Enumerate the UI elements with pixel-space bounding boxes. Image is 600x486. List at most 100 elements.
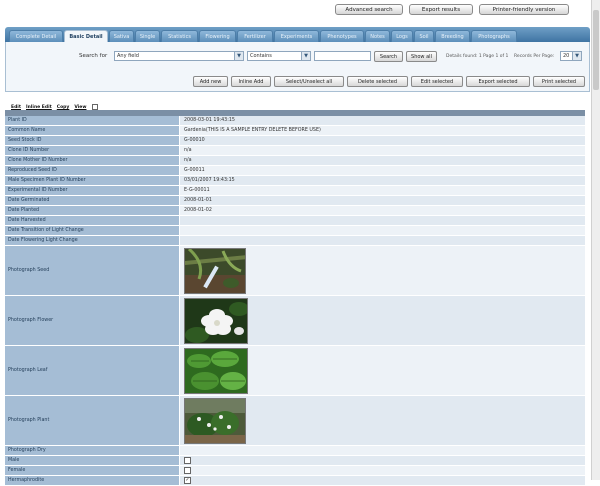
field-label: Male bbox=[5, 456, 179, 465]
inline-add-button[interactable]: Inline Add bbox=[231, 76, 271, 87]
copy-link[interactable]: Copy bbox=[57, 105, 70, 110]
chevron-down-icon[interactable]: ▼ bbox=[234, 52, 243, 60]
tab-complete-detail[interactable]: Complete Detail bbox=[9, 30, 63, 42]
tab-logs[interactable]: Logs bbox=[391, 30, 413, 42]
field-value bbox=[179, 466, 585, 475]
search-operator-select[interactable]: Contains ▼ bbox=[247, 51, 311, 61]
details-found-text: Details found: 1 Page 1 of 1 bbox=[446, 54, 509, 59]
table-row: Clone Mother ID Number n/a bbox=[5, 156, 585, 166]
field-value: G-00010 bbox=[179, 136, 585, 145]
chevron-down-icon[interactable]: ▼ bbox=[301, 52, 310, 60]
chevron-down-icon[interactable]: ▼ bbox=[572, 52, 581, 60]
field-value bbox=[179, 446, 585, 455]
field-label: Female bbox=[5, 466, 179, 475]
table-row: Reproduced Seed ID G-00011 bbox=[5, 166, 585, 176]
records-per-page-value: 20 bbox=[563, 53, 570, 59]
search-field-value: Any field bbox=[117, 53, 139, 59]
male-checkbox[interactable] bbox=[184, 457, 191, 464]
edit-link[interactable]: Edit bbox=[11, 105, 21, 110]
field-label: Date Flowering Light Change bbox=[5, 236, 179, 245]
tab-phenotypes[interactable]: Phenotypes bbox=[320, 30, 364, 42]
field-value bbox=[179, 346, 585, 395]
tab-experiments[interactable]: Experiments bbox=[274, 30, 319, 42]
print-selected-button[interactable]: Print selected bbox=[533, 76, 585, 87]
add-new-button[interactable]: Add new bbox=[193, 76, 228, 87]
tab-basic-detail[interactable]: Basic Detail bbox=[64, 30, 108, 42]
table-row: Photograph Flower bbox=[5, 296, 585, 346]
field-label: Photograph Dry bbox=[5, 446, 179, 455]
field-value bbox=[179, 396, 585, 445]
leaf-photo[interactable] bbox=[184, 347, 248, 394]
field-value bbox=[179, 246, 585, 295]
tab-flowering[interactable]: Flowering bbox=[199, 30, 236, 42]
search-operator-value: Contains bbox=[250, 53, 272, 59]
delete-selected-button[interactable]: Delete selected bbox=[347, 76, 408, 87]
tab-sativa[interactable]: Sativa bbox=[109, 30, 134, 42]
field-value bbox=[179, 456, 585, 465]
tab-photographs[interactable]: Photographs bbox=[471, 30, 517, 42]
plant-photo[interactable] bbox=[184, 397, 246, 444]
advanced-search-button[interactable]: Advanced search bbox=[335, 4, 403, 15]
export-results-button[interactable]: Export results bbox=[409, 4, 473, 15]
table-row: Date Flowering Light Change bbox=[5, 236, 585, 246]
tab-notes[interactable]: Notes bbox=[365, 30, 390, 42]
action-toolbar: Add new Inline Add Select/Unselect all D… bbox=[5, 70, 590, 92]
export-selected-button[interactable]: Export selected bbox=[466, 76, 530, 87]
table-row: Photograph Leaf bbox=[5, 346, 585, 396]
field-label: Seed Stock ID bbox=[5, 136, 179, 145]
field-label: Male Specimen Plant ID Number bbox=[5, 176, 179, 185]
field-value bbox=[179, 226, 585, 235]
field-label: Date Planted bbox=[5, 206, 179, 215]
field-value: 03/01/2007 19:43:15 bbox=[179, 176, 585, 185]
flower-photo[interactable] bbox=[184, 297, 248, 344]
field-value bbox=[179, 216, 585, 225]
field-label: Photograph Flower bbox=[5, 296, 179, 345]
table-row: Date Planted 2008-01-02 bbox=[5, 206, 585, 216]
field-value: ✓ bbox=[179, 476, 585, 485]
table-row: Experimental ID Number E-G-00011 bbox=[5, 186, 585, 196]
seed-photo[interactable] bbox=[184, 247, 246, 294]
field-value bbox=[179, 236, 585, 245]
tab-breeding[interactable]: Breeding bbox=[435, 30, 470, 42]
field-label: Experimental ID Number bbox=[5, 186, 179, 195]
printer-friendly-button[interactable]: Printer-friendly version bbox=[479, 4, 569, 15]
search-for-label: Search for bbox=[79, 53, 108, 59]
search-button[interactable]: Search bbox=[374, 51, 403, 62]
records-per-page-select[interactable]: 20 ▼ bbox=[560, 51, 582, 61]
tab-statistics[interactable]: Statistics bbox=[161, 30, 198, 42]
table-row: Male Specimen Plant ID Number 03/01/2007… bbox=[5, 176, 585, 186]
tab-fertilizer[interactable]: Fertilizer bbox=[237, 30, 273, 42]
records-per-page-label: Records Per Page: bbox=[514, 54, 555, 59]
inline-edit-link[interactable]: Inline Edit bbox=[26, 105, 52, 110]
table-row: Date Harvested bbox=[5, 216, 585, 226]
vertical-scrollbar[interactable] bbox=[591, 0, 600, 480]
table-row: Photograph Plant bbox=[5, 396, 585, 446]
table-row: Hermaphrodite ✓ bbox=[5, 476, 585, 486]
table-row: Date Germinated 2008-01-01 bbox=[5, 196, 585, 206]
field-value: 2008-03-01 19:43:15 bbox=[179, 116, 585, 125]
tab-single[interactable]: Single bbox=[135, 30, 160, 42]
search-input[interactable] bbox=[314, 51, 371, 61]
view-link[interactable]: View bbox=[74, 105, 86, 110]
scrollbar-thumb[interactable] bbox=[593, 10, 599, 90]
tab-soil[interactable]: Soil bbox=[414, 30, 434, 42]
table-row: Seed Stock ID G-00010 bbox=[5, 136, 585, 146]
field-label: Date Harvested bbox=[5, 216, 179, 225]
search-field-select[interactable]: Any field ▼ bbox=[114, 51, 244, 61]
field-value: G-00011 bbox=[179, 166, 585, 175]
hermaphrodite-checkbox[interactable]: ✓ bbox=[184, 477, 191, 484]
female-checkbox[interactable] bbox=[184, 467, 191, 474]
field-label: Clone ID Number bbox=[5, 146, 179, 155]
table-row: Photograph Dry bbox=[5, 446, 585, 456]
field-label: Plant ID bbox=[5, 116, 179, 125]
field-label: Photograph Seed bbox=[5, 246, 179, 295]
field-value bbox=[179, 296, 585, 345]
field-value: Gardenia(THIS IS A SAMPLE ENTRY DELETE B… bbox=[179, 126, 585, 135]
search-panel: Search for Any field ▼ Contains ▼ Search… bbox=[5, 42, 590, 70]
show-all-button[interactable]: Show all bbox=[406, 51, 437, 62]
select-unselect-all-button[interactable]: Select/Unselect all bbox=[274, 76, 344, 87]
edit-selected-button[interactable]: Edit selected bbox=[411, 76, 463, 87]
table-row: Photograph Seed bbox=[5, 246, 585, 296]
table-row: Common Name Gardenia(THIS IS A SAMPLE EN… bbox=[5, 126, 585, 136]
field-value: 2008-01-01 bbox=[179, 196, 585, 205]
